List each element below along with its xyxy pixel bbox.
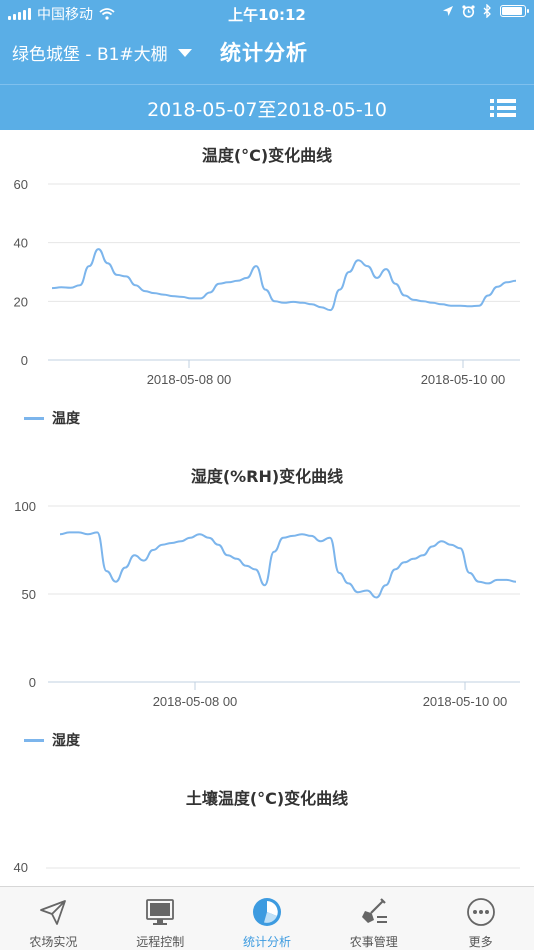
- humidity-chart-svg: 0 50 100 2018-05-08 00 2018-05-10 00: [14, 499, 520, 709]
- date-bar: 2018-05-07至2018-05-10: [0, 84, 534, 130]
- date-range[interactable]: 2018-05-07至2018-05-10: [0, 95, 534, 122]
- battery-icon: [500, 5, 529, 17]
- tab-label: 远程控制: [136, 935, 185, 949]
- y-tick-label: 40: [14, 860, 28, 875]
- chart-title: 湿度(%RH)变化曲线: [190, 467, 344, 486]
- temperature-chart: 温度(°C)变化曲线 0 20 40 60 2018-05-08 00 2018-05-1…: [0, 130, 534, 450]
- tab-bar: 农场实况 远程控制 统计分析 农事管理 更多: [0, 886, 534, 950]
- farm-selector[interactable]: 绿色城堡 - B1#大棚: [12, 40, 192, 65]
- legend-swatch: [24, 738, 44, 742]
- legend-label: 湿度: [52, 733, 80, 749]
- paper-plane-icon: [40, 900, 67, 925]
- page-title: 统计分析: [220, 41, 308, 65]
- tab-farm-live[interactable]: 农场实况: [0, 887, 107, 950]
- x-tick-label: 2018-05-08 00: [153, 694, 238, 709]
- charts-scroll[interactable]: 温度(°C)变化曲线 0 20 40 60 2018-05-08 00 2018-05-1…: [0, 130, 534, 886]
- chart-legend[interactable]: 湿度: [24, 730, 80, 750]
- legend-label: 温度: [52, 411, 80, 427]
- tab-remote-control[interactable]: 远程控制: [107, 887, 214, 950]
- y-tick-label: 50: [22, 587, 36, 602]
- tab-label: 农事管理: [349, 935, 398, 949]
- status-bar: 中国移动 上午10:12: [0, 0, 534, 26]
- header: 中国移动 上午10:12 绿色城堡 - B1#大棚 统计分析: [0, 0, 534, 84]
- tab-more[interactable]: 更多: [427, 887, 534, 950]
- chart-legend[interactable]: 温度: [24, 408, 80, 428]
- y-tick-label: 0: [29, 675, 36, 690]
- nav-bar: 绿色城堡 - B1#大棚 统计分析: [0, 26, 534, 82]
- series-line-湿度: [59, 531, 517, 599]
- y-tick-label: 20: [14, 294, 28, 309]
- soil-temperature-chart-svg: 40: [14, 860, 520, 875]
- y-tick-label: 40: [14, 236, 28, 251]
- status-right: [442, 4, 529, 18]
- pie-chart-icon: [252, 898, 281, 926]
- bluetooth-icon: [483, 4, 491, 18]
- app-screen: 中国移动 上午10:12 绿色城堡 - B1#大棚 统计分析 2018-05-0…: [0, 0, 534, 950]
- tab-label: 统计分析: [242, 935, 291, 949]
- x-tick-label: 2018-05-10 00: [423, 694, 508, 709]
- soil-temperature-chart: 土壤温度(°C)变化曲线 40: [0, 772, 534, 886]
- farm-selector-label: 绿色城堡 - B1#大棚: [12, 45, 168, 65]
- caret-down-icon: [177, 48, 192, 57]
- x-tick-label: 2018-05-10 00: [421, 372, 506, 387]
- temperature-chart-svg: 0 20 40 60 2018-05-08 00 2018-05-10 00: [14, 177, 520, 387]
- chart-title: 土壤温度(°C)变化曲线: [185, 789, 349, 808]
- monitor-icon: [146, 899, 175, 925]
- shovel-list-icon: [361, 898, 387, 923]
- tab-farm-management[interactable]: 农事管理: [320, 887, 427, 950]
- tab-label: 农场实况: [29, 935, 78, 949]
- location-icon: [443, 6, 453, 16]
- humidity-chart: 湿度(%RH)变化曲线 0 50 100 2018-05-08 00 2018-05-1…: [0, 450, 534, 772]
- y-tick-label: 0: [21, 353, 28, 368]
- alarm-icon: [462, 4, 475, 18]
- x-tick-label: 2018-05-08 00: [147, 372, 232, 387]
- y-tick-label: 60: [14, 177, 28, 192]
- list-menu-icon[interactable]: [490, 99, 516, 117]
- chart-title: 温度(°C)变化曲线: [201, 146, 333, 165]
- legend-swatch: [24, 416, 44, 420]
- more-dots-icon: [466, 898, 495, 926]
- y-tick-label: 100: [14, 499, 36, 514]
- tab-label: 更多: [468, 935, 493, 949]
- tab-statistics[interactable]: 统计分析: [214, 887, 321, 950]
